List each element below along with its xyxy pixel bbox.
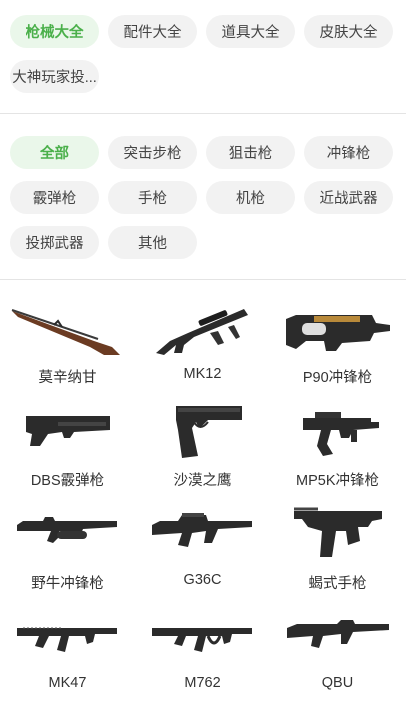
tab-guns[interactable]: 枪械大全	[10, 15, 99, 48]
tab-label: 枪械大全	[25, 25, 84, 41]
weapon-name: MK47	[48, 675, 87, 691]
filter-label: 投掷武器	[25, 236, 84, 252]
tab-label: 配件大全	[123, 25, 182, 41]
weapon-name: DBS霰弹枪	[30, 473, 105, 489]
weapon-name: P90冲锋枪	[302, 370, 373, 386]
weapon-card[interactable]: P90冲锋枪	[270, 292, 405, 395]
tab-skins[interactable]: 皮肤大全	[304, 15, 393, 48]
filter-label: 狙击枪	[228, 146, 273, 162]
weapon-card[interactable]: MP5K冲锋枪	[270, 395, 405, 498]
weapon-name: 野牛冲锋枪	[31, 576, 104, 592]
filter-label: 手枪	[138, 191, 167, 207]
weapon-card[interactable]: 沙漠之鹰	[135, 395, 270, 498]
filter-label: 冲锋枪	[326, 146, 371, 162]
filter-label: 近战武器	[319, 191, 378, 207]
qbu-rifle-icon	[270, 601, 405, 671]
mp5k-smg-icon	[270, 395, 405, 465]
weapon-card[interactable]: 野牛冲锋枪	[0, 498, 135, 601]
weapon-name: 蝎式手枪	[308, 576, 367, 592]
weapon-card[interactable]: MK47	[0, 601, 135, 703]
filter-label: 霰弹枪	[32, 191, 77, 207]
filter-assault-rifle[interactable]: 突击步枪	[108, 136, 197, 169]
desert-eagle-icon	[135, 395, 270, 465]
filter-smg[interactable]: 冲锋枪	[304, 136, 393, 169]
skorpion-pistol-icon	[270, 498, 405, 568]
weapon-name: MK12	[183, 366, 222, 382]
weapon-card[interactable]: G36C	[135, 498, 270, 601]
weapon-name: QBU	[321, 675, 354, 691]
filter-label: 其他	[138, 236, 167, 252]
p90-smg-icon	[270, 292, 405, 362]
weapon-card[interactable]: QBU	[270, 601, 405, 703]
m762-rifle-icon	[135, 601, 270, 671]
filter-all[interactable]: 全部	[10, 136, 99, 169]
weapon-name: 沙漠之鹰	[173, 473, 232, 489]
bizon-smg-icon	[0, 498, 135, 568]
weapon-name: M762	[184, 675, 221, 691]
mosin-rifle-icon	[0, 292, 135, 362]
mk47-rifle-icon	[0, 601, 135, 671]
filter-machine-gun[interactable]: 机枪	[206, 181, 295, 214]
divider	[0, 279, 406, 280]
tab-label: 大神玩家投...	[12, 70, 97, 86]
tab-label: 道具大全	[221, 25, 280, 41]
weapon-name: MP5K冲锋枪	[296, 473, 379, 489]
weapon-card[interactable]: 蝎式手枪	[270, 498, 405, 601]
filter-pistol[interactable]: 手枪	[108, 181, 197, 214]
divider	[0, 113, 406, 114]
dbs-shotgun-icon	[0, 395, 135, 465]
filter-melee[interactable]: 近战武器	[304, 181, 393, 214]
filter-label: 机枪	[236, 191, 265, 207]
weapon-card[interactable]: MK12	[135, 292, 270, 395]
weapon-name: G36C	[183, 572, 222, 588]
tab-attachments[interactable]: 配件大全	[108, 15, 197, 48]
tab-pro-players[interactable]: 大神玩家投...	[10, 60, 99, 93]
filter-shotgun[interactable]: 霰弹枪	[10, 181, 99, 214]
filter-other[interactable]: 其他	[108, 226, 197, 259]
weapon-card[interactable]: 莫辛纳甘	[0, 292, 135, 395]
filter-label: 全部	[40, 146, 69, 162]
g36c-rifle-icon	[135, 498, 270, 568]
mk12-rifle-icon	[135, 292, 270, 362]
filter-sniper[interactable]: 狙击枪	[206, 136, 295, 169]
filter-throwable[interactable]: 投掷武器	[10, 226, 99, 259]
weapon-card[interactable]: DBS霰弹枪	[0, 395, 135, 498]
weapon-card[interactable]: M762	[135, 601, 270, 703]
filter-label: 突击步枪	[123, 146, 182, 162]
tab-items[interactable]: 道具大全	[206, 15, 295, 48]
weapon-name: 莫辛纳甘	[38, 370, 97, 386]
tab-label: 皮肤大全	[319, 25, 378, 41]
